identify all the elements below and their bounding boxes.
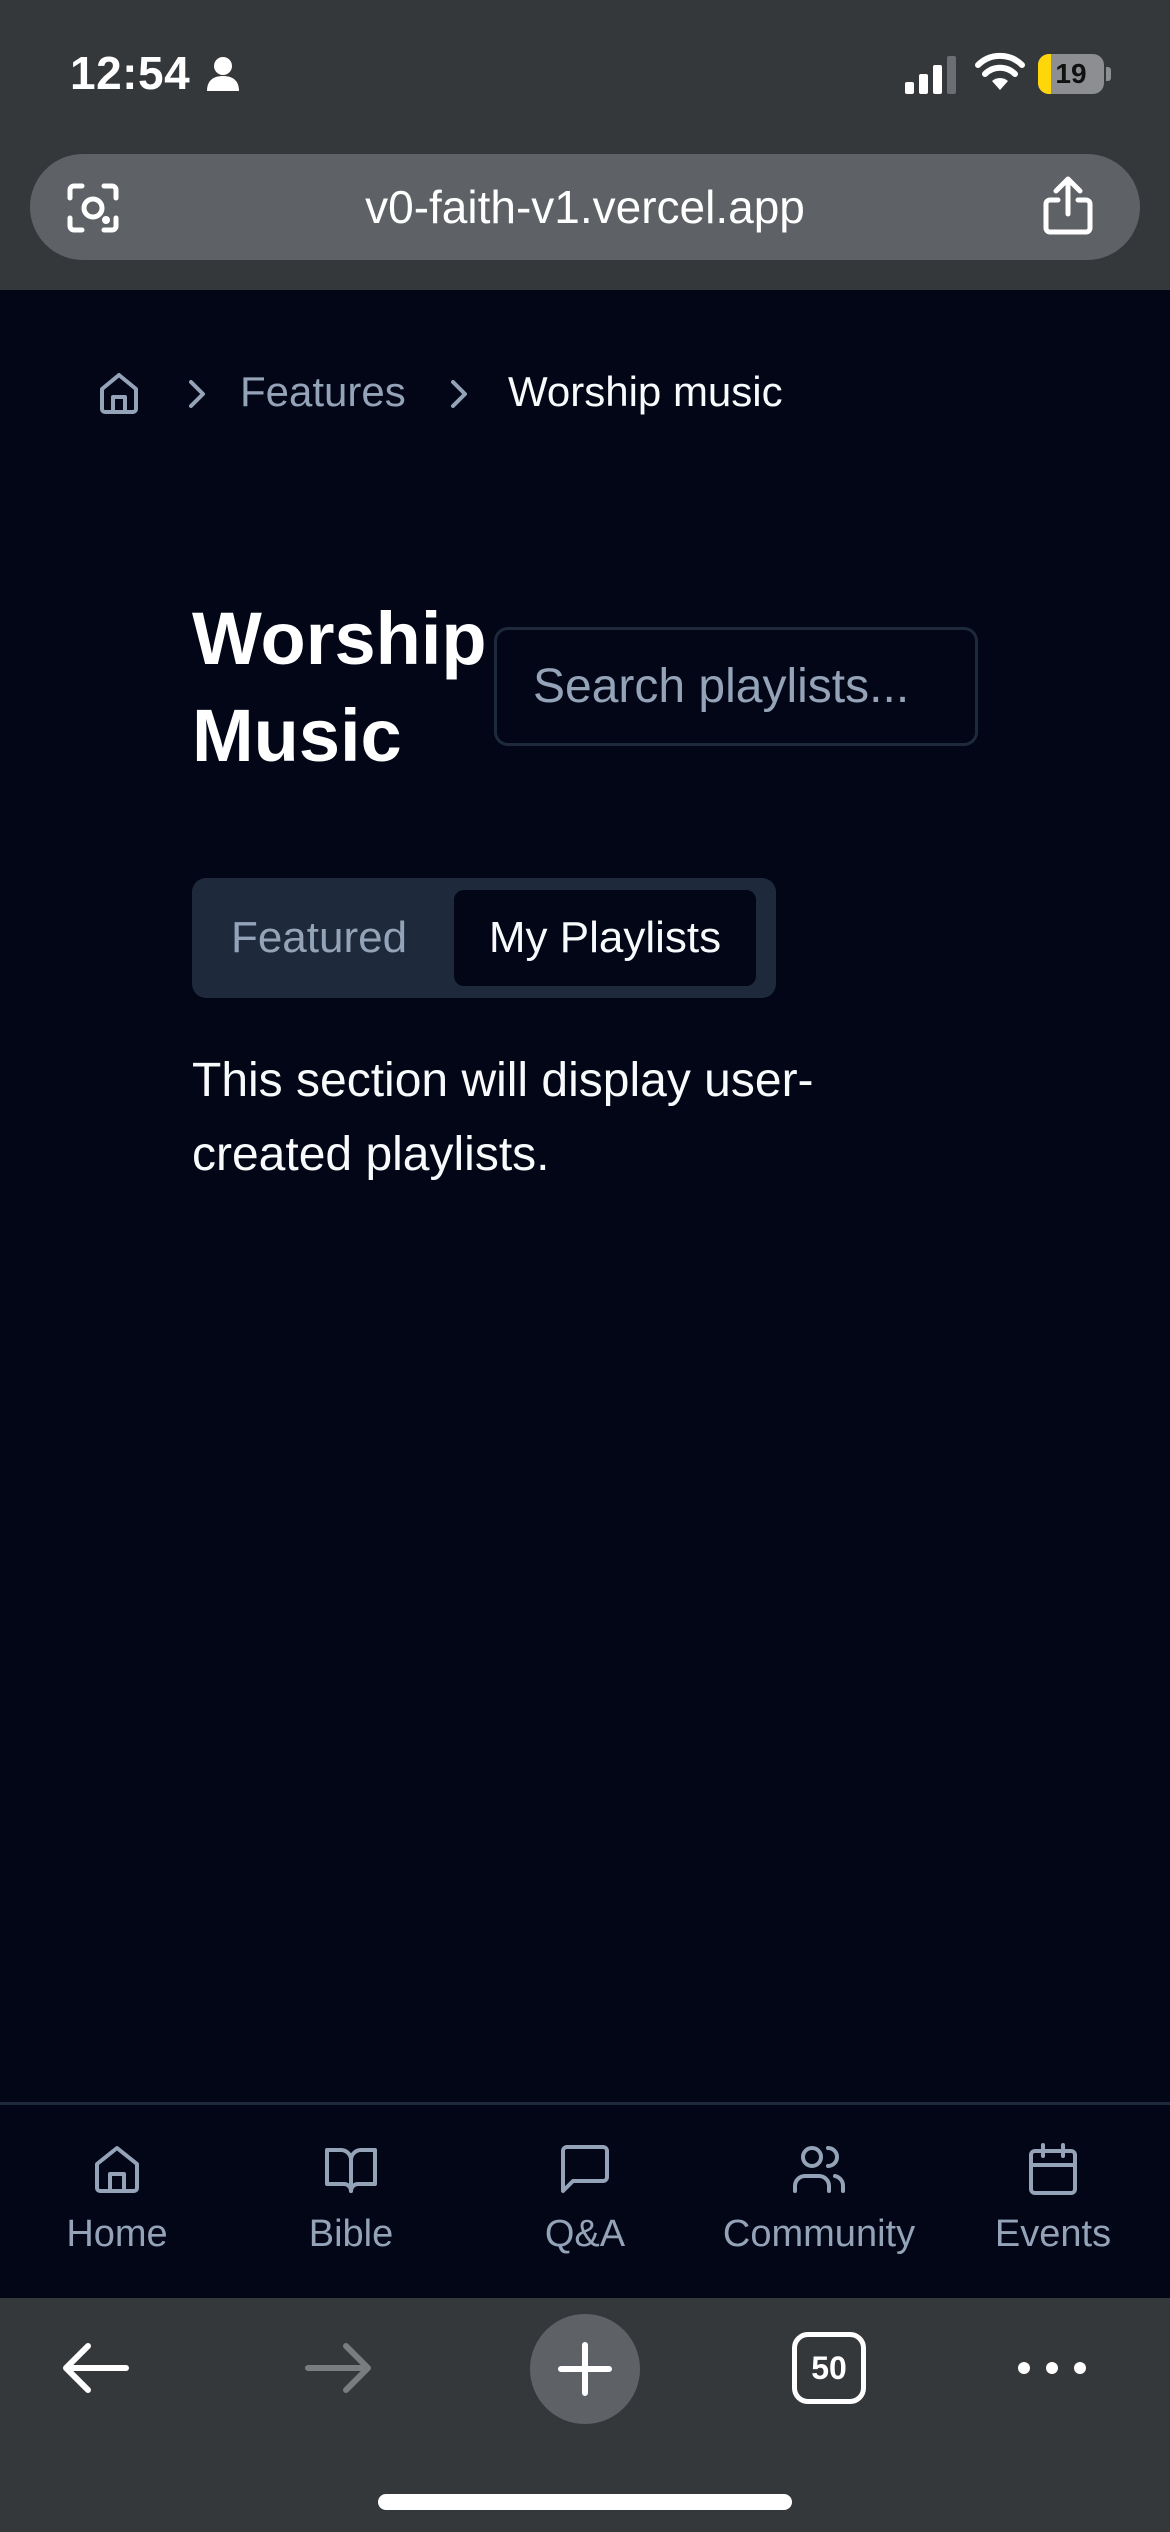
breadcrumb: Features Worship music: [96, 362, 996, 422]
tab-my-playlists[interactable]: My Playlists: [454, 890, 756, 986]
nav-item-qa[interactable]: Q&A: [468, 2105, 702, 2301]
nav-item-events[interactable]: Events: [936, 2105, 1170, 2301]
bottom-nav: Home Bible Q&A Community Events: [0, 2102, 1170, 2298]
users-icon: [793, 2146, 845, 2193]
new-tab-button[interactable]: [530, 2314, 640, 2424]
share-icon[interactable]: [1040, 176, 1096, 236]
nav-label: Community: [722, 2213, 916, 2255]
forward-arrow-icon[interactable]: [300, 2338, 376, 2398]
url-bar[interactable]: v0-faith-v1.vercel.app: [30, 154, 1140, 260]
breadcrumb-item-current: Worship music: [508, 368, 783, 415]
battery-icon: 19: [1038, 54, 1111, 94]
message-icon: [561, 2145, 609, 2193]
tabs-list: Featured My Playlists: [192, 878, 776, 998]
url-text[interactable]: v0-faith-v1.vercel.app: [30, 154, 1140, 260]
page-title: Worship Music: [192, 597, 487, 777]
home-icon[interactable]: [96, 370, 142, 416]
home-indicator: [378, 2494, 792, 2510]
chevron-right-icon: [189, 380, 205, 408]
more-icon[interactable]: [1014, 2350, 1090, 2386]
person-icon: [207, 57, 239, 91]
browser-top-bar: 12:54 19 v0-faith-v1.vercel.app: [0, 0, 1170, 290]
page: 12:54 19 v0-faith-v1.vercel.app Features…: [0, 0, 1170, 2532]
tab-featured[interactable]: Featured: [204, 890, 434, 986]
breadcrumb-item-features[interactable]: Features: [240, 362, 406, 422]
nav-label: Home: [66, 2213, 168, 2255]
calendar-icon: [1029, 2143, 1077, 2195]
back-arrow-icon[interactable]: [58, 2338, 134, 2398]
status-time: 12:54: [70, 47, 191, 99]
battery-level: 19: [1055, 58, 1087, 89]
nav-item-bible[interactable]: Bible: [234, 2105, 468, 2301]
search-input[interactable]: [494, 627, 978, 746]
nav-label: Bible: [308, 2213, 394, 2255]
book-icon: [325, 2148, 377, 2193]
nav-label: Q&A: [544, 2213, 626, 2255]
home-icon: [95, 2146, 139, 2193]
nav-item-home[interactable]: Home: [0, 2105, 234, 2301]
nav-label: Events: [994, 2213, 1112, 2255]
chevron-right-icon: [451, 380, 467, 408]
nav-item-community[interactable]: Community: [702, 2105, 936, 2301]
wifi-icon: [975, 52, 1025, 90]
signal-icon: [905, 56, 956, 94]
plus-icon: [558, 2342, 612, 2396]
tabs-icon[interactable]: 50: [792, 2332, 866, 2404]
section-description: This section will display user-created p…: [192, 1054, 814, 1181]
